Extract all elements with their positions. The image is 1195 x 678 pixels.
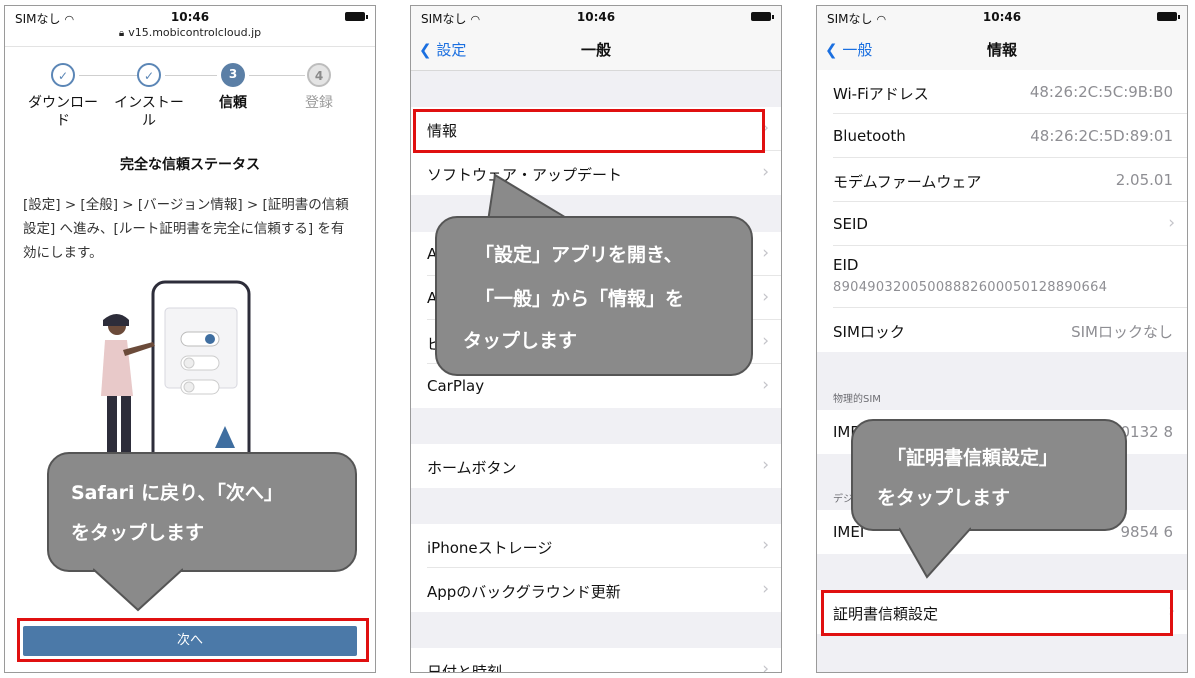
step-label-install: インストー ル [114, 95, 184, 129]
section-header-digital-sim: デジ [833, 494, 853, 505]
chevron-right-icon: › [762, 331, 769, 351]
step-connector [165, 75, 217, 76]
url-bar[interactable]: 🔒︎ v15.mobicontrolcloud.jp [5, 26, 375, 46]
info-row-seid[interactable]: SEID › [817, 202, 1187, 246]
highlight-box [821, 590, 1173, 636]
settings-row-background-refresh[interactable]: Appのバックグラウンド更新 › [411, 568, 781, 612]
divider [5, 46, 375, 47]
phone-screen-general: SIMなし ◠ 10:46 ❮ 設定 一般 情報 › ソフトウェア・アップデート › … [410, 5, 782, 673]
step-register-number: 4 [307, 63, 331, 87]
chevron-right-icon: › [762, 535, 769, 555]
callout-pointer [899, 527, 971, 579]
step-download-check-icon: ✓ [51, 63, 75, 87]
eid-value: 89049032005008882600050128890664 [833, 280, 1108, 295]
section-header-physical-sim: 物理的SIM [833, 394, 881, 405]
nav-bar: ❮ 一般 情報 [817, 28, 1187, 71]
clock: 10:46 [170, 10, 210, 24]
status-bar: SIMなし ◠ 10:46 [5, 6, 375, 28]
lock-icon: 🔒︎ [118, 28, 125, 39]
clock: 10:46 [982, 10, 1022, 24]
highlight-box [413, 109, 765, 153]
instruction-callout: 「証明書信頼設定」 をタップします [851, 419, 1127, 531]
instruction-text: [設定] > [全般] > [バージョン情報] > [証明書の信頼設定] へ進み… [23, 197, 349, 261]
highlight-box [17, 618, 369, 662]
battery-icon [751, 12, 774, 21]
phone-screen-safari: SIMなし ◠ 10:46 🔒︎ v15.mobicontrolcloud.jp ✓… [4, 5, 376, 673]
callout-line-1: 「証明書信頼設定」 [887, 447, 1059, 469]
callout-line-1: Safari に戻り、「次へ」 [71, 482, 283, 504]
callout-line-1: 「設定」アプリを開き、 [475, 244, 683, 266]
page-heading: 完全な信頼ステータス [120, 157, 260, 173]
info-row-modem-firmware: モデムファームウェア 2.05.01 [817, 158, 1187, 202]
step-label-trust: 信頼 [219, 95, 247, 111]
settings-row-iphone-storage[interactable]: iPhoneストレージ › [411, 524, 781, 568]
chevron-right-icon: › [762, 243, 769, 263]
nav-title: 情報 [986, 41, 1017, 59]
nav-title: 一般 [580, 41, 611, 59]
chevron-right-icon: › [762, 579, 769, 599]
info-row-sim-lock: SIMロック SIMロックなし [817, 308, 1187, 352]
instruction-callout: Safari に戻り、「次へ」 をタップします [47, 452, 357, 572]
clock: 10:46 [576, 10, 616, 24]
step-connector [79, 75, 139, 76]
chevron-right-icon: › [762, 455, 769, 475]
chevron-right-icon: › [762, 375, 769, 395]
step-connector [249, 75, 305, 76]
callout-line-2: をタップします [71, 522, 205, 544]
info-row-eid: EID 89049032005008882600050128890664 [817, 246, 1187, 308]
status-bar: SIMなし ◠ 10:46 [817, 6, 1187, 28]
settings-row-date-time[interactable]: 日付と時刻 › [411, 648, 781, 673]
nav-bar: ❮ 設定 一般 [411, 28, 781, 71]
battery-icon [1157, 12, 1180, 21]
step-trust-number: 3 [221, 63, 245, 87]
phone-screen-about: SIMなし ◠ 10:46 ❮ 一般 情報 Wi-Fiアドレス 48:26:2C:5… [816, 5, 1188, 673]
instruction-callout: 「設定」アプリを開き、 「一般」から「情報」を タップします [435, 216, 753, 376]
chevron-right-icon: › [762, 287, 769, 307]
settings-row-home-button[interactable]: ホームボタン › [411, 444, 781, 488]
step-install-check-icon: ✓ [137, 63, 161, 87]
settings-row-software-update[interactable]: ソフトウェア・アップデート › [411, 151, 781, 195]
chevron-right-icon: › [762, 162, 769, 182]
chevron-right-icon: › [1168, 213, 1175, 233]
info-row-bluetooth: Bluetooth 48:26:2C:5D:89:01 [817, 114, 1187, 158]
info-row-wifi-address: Wi-Fiアドレス 48:26:2C:5C:9B:B0 [817, 70, 1187, 114]
battery-icon [345, 12, 368, 21]
callout-line-3: タップします [463, 330, 578, 352]
callout-line-2: をタップします [877, 487, 1011, 509]
callout-line-2: 「一般」から「情報」を [475, 288, 685, 310]
chevron-right-icon: › [762, 659, 769, 673]
person-phone-illustration [101, 280, 251, 468]
step-label-register: 登録 [305, 95, 333, 111]
step-label-download: ダウンロー ド [28, 95, 98, 129]
callout-pointer [93, 568, 183, 612]
status-bar: SIMなし ◠ 10:46 [411, 6, 781, 28]
